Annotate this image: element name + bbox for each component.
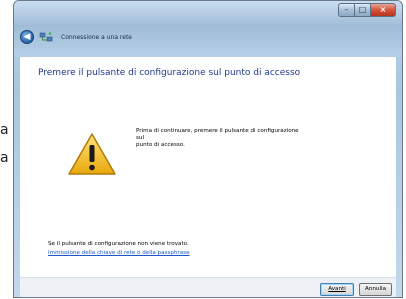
next-button[interactable]: Avanti [320,283,354,296]
instruction-line: sul [136,135,145,141]
button-bar: Avanti Annulla [20,277,396,297]
close-button[interactable]: × [370,3,396,17]
not-found-text: Se il pulsante di configurazione non vie… [48,241,189,247]
close-icon: × [379,5,387,14]
page-title: Premere il pulsante di configurazione su… [38,68,301,78]
caption-buttons: – □ × [338,3,396,17]
warning-icon [68,133,116,175]
cancel-button-label: Annulla [365,286,386,292]
instruction-line: Prima di continuare, premere il pulsante… [136,128,299,134]
minimize-button[interactable]: – [338,3,354,17]
background-text-fragment: a [0,150,9,166]
maximize-icon: □ [358,5,367,14]
title-bar[interactable]: – □ × ◀ Connessione a una rete [14,1,402,57]
background-text-fragment: a [0,122,9,138]
instruction-line: punto di accesso. [136,142,185,148]
screen: a a – □ × ◀ Connessione a una rete Preme… [0,0,406,299]
navigation-bar: ◀ Connessione a una rete [20,29,132,45]
back-button[interactable]: ◀ [20,30,34,44]
next-button-label: Avanti [328,286,346,292]
dialog-window: – □ × ◀ Connessione a una rete Premere i… [13,0,403,298]
cancel-button[interactable]: Annulla [359,283,392,296]
content-area: Premere il pulsante di configurazione su… [20,57,396,277]
maximize-button[interactable]: □ [354,3,370,17]
network-icon [39,32,53,42]
arrow-left-icon: ◀ [23,31,31,42]
minimize-icon: – [344,5,349,14]
network-key-link[interactable]: Immissione della chiave di rete o della … [48,250,190,256]
window-title: Connessione a una rete [61,33,132,41]
instruction-text: Prima di continuare, premere il pulsante… [136,128,346,149]
